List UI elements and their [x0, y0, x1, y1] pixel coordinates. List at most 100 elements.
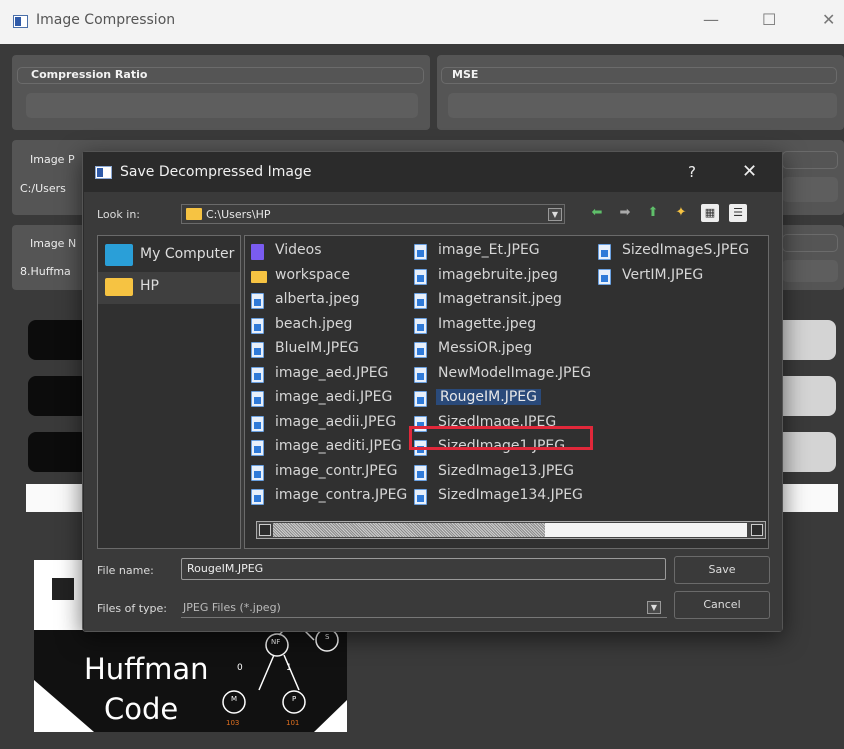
file-name: Imagetransit.jpeg — [438, 291, 562, 307]
image-file-icon — [414, 342, 427, 358]
file-name: NewModelImage.JPEG — [438, 364, 592, 381]
image-file-icon — [598, 268, 611, 285]
dialog-body: Look in: C:\Users\HP ▼ ⬅ ➡ ⬆ ✦ ▦ ☰ My Co… — [84, 192, 782, 631]
file-type-combo[interactable]: JPEG Files (*.jpeg) ▼ — [181, 598, 667, 618]
forward-icon[interactable]: ➡ — [616, 204, 634, 222]
parent-directory-icon[interactable]: ⬆ — [644, 204, 662, 222]
file-name: image_Et.JPEG — [438, 242, 540, 258]
image-name-header-right — [782, 234, 838, 252]
folder-icon — [251, 270, 267, 283]
horizontal-scrollbar[interactable] — [256, 521, 766, 539]
back-icon[interactable]: ⬅ — [588, 204, 606, 222]
file-name: image_aedii.JPEG — [275, 413, 397, 430]
look-in-label: Look in: — [97, 208, 140, 221]
app-icon — [13, 15, 28, 28]
file-name: image_aedi.JPEG — [275, 389, 393, 405]
compression-ratio-panel: Compression Ratio — [12, 55, 430, 130]
image-path-value: C:/Users — [20, 182, 66, 195]
action-button-3[interactable] — [28, 432, 88, 472]
minimize-button[interactable]: — — [703, 10, 719, 29]
dialog-app-icon — [95, 166, 112, 179]
file-name: Videos — [275, 242, 322, 258]
dialog-help-button[interactable]: ? — [688, 163, 696, 181]
file-name: imagebruite.jpeg — [438, 266, 558, 283]
file-name: beach.jpeg — [275, 315, 353, 332]
video-folder-icon — [251, 244, 264, 260]
look-in-combo[interactable]: C:\Users\HP ▼ — [181, 204, 565, 224]
image-file-icon — [598, 244, 611, 260]
places-sidebar: My Computer HP — [97, 235, 241, 549]
action-button-1[interactable] — [28, 320, 88, 360]
cancel-button[interactable]: Cancel — [674, 591, 770, 619]
tree-node-nf: NF — [271, 638, 280, 646]
file-name: SizedImage134.JPEG — [438, 487, 583, 503]
image-file-icon — [251, 415, 264, 432]
edge-label-0: 0 — [237, 663, 243, 673]
file-name: RougeIM.JPEG — [436, 389, 541, 405]
detail-view-icon[interactable]: ☰ — [729, 204, 747, 222]
file-name: MessiOR.jpeg — [438, 340, 533, 356]
file-name-input[interactable]: RougeIM.JPEG — [181, 558, 666, 580]
sidebar-item-my-computer[interactable]: My Computer — [98, 240, 240, 272]
file-name: BlueIM.JPEG — [275, 340, 359, 356]
file-list: Videos workspace alberta.jpeg beach.jpeg Blu… — [244, 235, 769, 549]
mse-header — [441, 67, 837, 84]
scroll-right-icon[interactable] — [751, 524, 763, 536]
image-file-icon — [414, 489, 427, 505]
chevron-down-icon[interactable]: ▼ — [548, 208, 562, 221]
tree-node-s: S — [325, 633, 330, 641]
dialog-close-button[interactable]: ✕ — [742, 161, 757, 182]
sidebar-item-label: HP — [140, 278, 159, 294]
image-file-icon — [414, 464, 427, 481]
compression-ratio-label: Compression Ratio — [31, 68, 148, 81]
scroll-left-icon[interactable] — [259, 524, 271, 536]
scrollbar-track[interactable] — [545, 523, 747, 537]
dialog-title: Save Decompressed Image — [120, 164, 312, 180]
image-path-header-right — [782, 151, 838, 169]
sidebar-item-label: My Computer — [140, 246, 235, 262]
file-name-label: File name: — [97, 564, 154, 577]
image-file-icon — [414, 244, 427, 260]
preview-title-line1: Huffman — [84, 652, 209, 686]
file-name: workspace — [275, 266, 350, 283]
image-path-label: Image P — [30, 153, 75, 166]
image-file-icon — [414, 293, 427, 309]
image-file-icon — [251, 391, 264, 407]
tree-node-m: M — [231, 695, 237, 703]
image-file-icon — [251, 293, 264, 309]
image-file-icon — [251, 366, 264, 383]
folder-icon — [105, 278, 133, 296]
look-in-value: C:\Users\HP — [206, 208, 271, 221]
maximize-button[interactable]: ☐ — [762, 10, 776, 29]
edge-label-1: 1 — [286, 663, 292, 673]
file-name-value: RougeIM.JPEG — [187, 562, 264, 575]
save-button[interactable]: Save — [674, 556, 770, 584]
file-name: Imagette.jpeg — [438, 315, 537, 332]
sidebar-item-hp[interactable]: HP — [98, 272, 240, 304]
main-titlebar: Image Compression — ☐ ✕ — [0, 0, 844, 44]
file-name: alberta.jpeg — [275, 291, 360, 307]
file-name: SizedImageS.JPEG — [622, 242, 750, 258]
new-folder-icon[interactable]: ✦ — [672, 204, 690, 222]
image-name-label: Image N — [30, 237, 77, 250]
image-file-icon — [414, 268, 427, 285]
file-name: image_aediti.JPEG — [275, 438, 402, 454]
preview-title-line2: Code — [104, 692, 179, 726]
file-name: image_contra.JPEG — [275, 487, 408, 503]
file-type-label: Files of type: — [97, 602, 168, 615]
file-name: image_contr.JPEG — [275, 462, 398, 479]
image-name-value: 8.Huffma — [20, 265, 71, 278]
list-view-icon[interactable]: ▦ — [701, 204, 719, 222]
file-name: VertIM.JPEG — [622, 266, 704, 283]
file-name: SizedImage13.JPEG — [438, 462, 575, 479]
close-button[interactable]: ✕ — [822, 10, 835, 29]
image-file-icon — [414, 317, 427, 334]
scrollbar-thumb[interactable] — [273, 523, 545, 537]
action-button-2[interactable] — [28, 376, 88, 416]
save-dialog: Save Decompressed Image ? ✕ Look in: C:\… — [82, 151, 783, 632]
mse-label: MSE — [452, 68, 479, 81]
dialog-titlebar: Save Decompressed Image ? ✕ — [83, 152, 782, 192]
chevron-down-icon[interactable]: ▼ — [647, 601, 661, 614]
leaf-code-2: 101 — [286, 719, 299, 727]
image-file-icon — [251, 440, 264, 456]
